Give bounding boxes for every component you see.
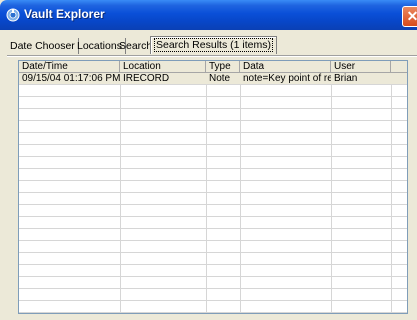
table-row[interactable]: 09/15/04 01:17:06 PM IRECORD Note note=K… (19, 73, 407, 85)
empty-row (19, 193, 407, 205)
tab-label: Date Chooser (10, 40, 75, 52)
empty-row (19, 157, 407, 169)
empty-row (19, 253, 407, 265)
column-header-user[interactable]: User (331, 61, 391, 72)
empty-row (19, 277, 407, 289)
tab-search-results[interactable]: Search Results (1 items) (150, 36, 277, 54)
empty-row (19, 181, 407, 193)
window-title: Vault Explorer (24, 7, 105, 21)
empty-row (19, 109, 407, 121)
cell-location: IRECORD (123, 73, 170, 84)
empty-row (19, 97, 407, 109)
cell-data: note=Key point of re... (243, 73, 331, 84)
results-list-view[interactable]: Date/Time Location Type Data User 09/15/… (18, 60, 408, 314)
empty-row (19, 145, 407, 157)
vault-explorer-window: Vault Explorer ✕ Date Chooser Locations … (0, 0, 417, 320)
close-icon: ✕ (406, 8, 417, 24)
column-header-location[interactable]: Location (120, 61, 206, 72)
column-header: Date/Time Location Type Data User (19, 61, 407, 73)
empty-row (19, 229, 407, 241)
empty-row (19, 265, 407, 277)
cell-user: Brian (334, 73, 358, 84)
empty-row (19, 85, 407, 97)
tab-label: Search (119, 40, 153, 52)
cell-datetime: 09/15/04 01:17:06 PM (22, 73, 120, 84)
column-header-filler (391, 61, 407, 72)
title-bar[interactable]: Vault Explorer ✕ (0, 0, 417, 30)
empty-row (19, 241, 407, 253)
empty-row (19, 205, 407, 217)
column-header-datetime[interactable]: Date/Time (19, 61, 120, 72)
column-header-data[interactable]: Data (240, 61, 331, 72)
empty-row (19, 169, 407, 181)
empty-row (19, 121, 407, 133)
empty-row (19, 301, 407, 313)
column-header-type[interactable]: Type (206, 61, 240, 72)
tab-label: Search Results (1 items) (154, 38, 273, 52)
close-button[interactable]: ✕ (402, 6, 417, 27)
empty-row (19, 133, 407, 145)
tab-strip: Date Chooser Locations Search Search Res… (7, 35, 417, 55)
tab-panel-divider (7, 55, 417, 57)
vault-icon (6, 8, 20, 22)
empty-row (19, 217, 407, 229)
tab-date-chooser[interactable]: Date Chooser (7, 38, 79, 54)
cell-type: Note (209, 73, 231, 84)
empty-row (19, 289, 407, 301)
table-rows: 09/15/04 01:17:06 PM IRECORD Note note=K… (19, 73, 407, 313)
